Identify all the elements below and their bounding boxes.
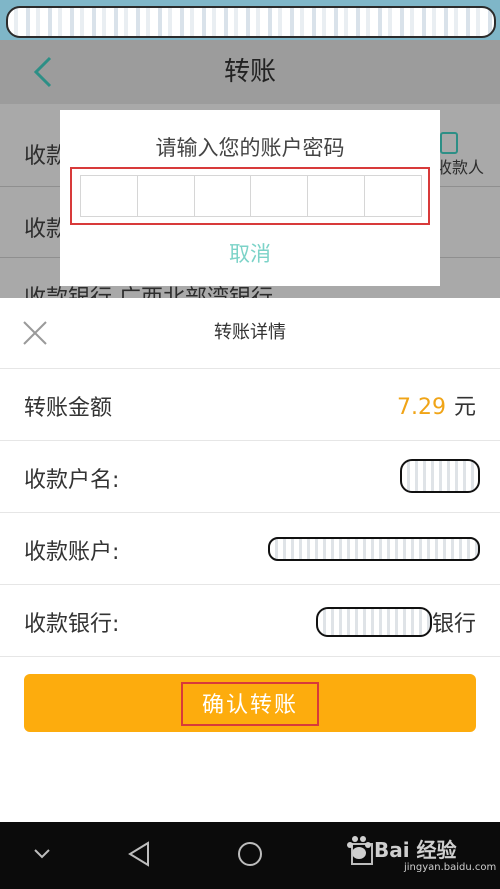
home-circle-icon[interactable] xyxy=(236,840,264,872)
transfer-details-sheet: 转账详情 转账金额 7.29 元 收款户名: 收款账户: 收款银行: 银行 确认转… xyxy=(0,298,500,822)
password-dialog: 请输入您的账户密码 取消 xyxy=(60,110,440,286)
payee-account-label: 收款账户: xyxy=(24,540,120,565)
redacted-bank-name xyxy=(316,607,432,637)
watermark-brand: Bai 经验 xyxy=(374,838,457,862)
password-highlight-outline xyxy=(70,167,430,225)
contacts-label: 收款人 xyxy=(436,158,485,177)
confirm-transfer-label: 确认转账 xyxy=(201,693,298,718)
amount-value: 7.29 元 xyxy=(397,389,476,421)
password-digit-cell xyxy=(138,176,195,216)
contacts-shortcut[interactable]: 收款人 xyxy=(436,130,500,180)
password-digit-cell xyxy=(251,176,309,216)
redacted-payee-name xyxy=(400,459,480,493)
page-title: 转账 xyxy=(223,57,276,87)
confirm-transfer-button[interactable]: 确认转账 xyxy=(24,674,476,732)
dialog-title: 请输入您的账户密码 xyxy=(155,136,345,160)
amount-row: 转账金额 7.29 元 xyxy=(0,369,500,441)
watermark: Bai 经验 jingyan.baidu.com xyxy=(344,834,497,880)
back-triangle-icon[interactable] xyxy=(126,840,152,872)
chevron-down-icon[interactable] xyxy=(32,846,52,865)
status-bar xyxy=(0,0,500,40)
watermark-url: jingyan.baidu.com xyxy=(404,862,497,873)
bank-suffix: 银行 xyxy=(431,612,476,637)
password-digit-cell xyxy=(365,176,421,216)
redaction-scribble xyxy=(6,6,496,38)
password-digit-cell xyxy=(195,176,252,216)
payee-name-label: 收款户名: xyxy=(24,468,120,493)
system-nav-bar: Bai 经验 jingyan.baidu.com xyxy=(0,822,500,889)
amount-number: 7.29 xyxy=(397,395,446,420)
password-input[interactable] xyxy=(80,175,422,217)
cancel-button[interactable]: 取消 xyxy=(60,238,440,268)
payee-account-row: 收款账户: xyxy=(0,513,500,585)
amount-unit: 元 xyxy=(453,395,476,420)
password-digit-cell xyxy=(81,176,138,216)
payee-bank-label: 收款银行: xyxy=(24,612,120,637)
contact-book-icon xyxy=(440,132,458,154)
password-digit-cell xyxy=(308,176,366,216)
amount-label: 转账金额 xyxy=(24,396,113,421)
payee-bank-row: 收款银行: 银行 xyxy=(0,585,500,657)
paw-logo-icon xyxy=(344,834,374,862)
redacted-account-number xyxy=(268,537,480,561)
sheet-title: 转账详情 xyxy=(214,322,286,343)
payee-name-row: 收款户名: xyxy=(0,441,500,513)
sheet-header: 转账详情 xyxy=(0,298,500,369)
